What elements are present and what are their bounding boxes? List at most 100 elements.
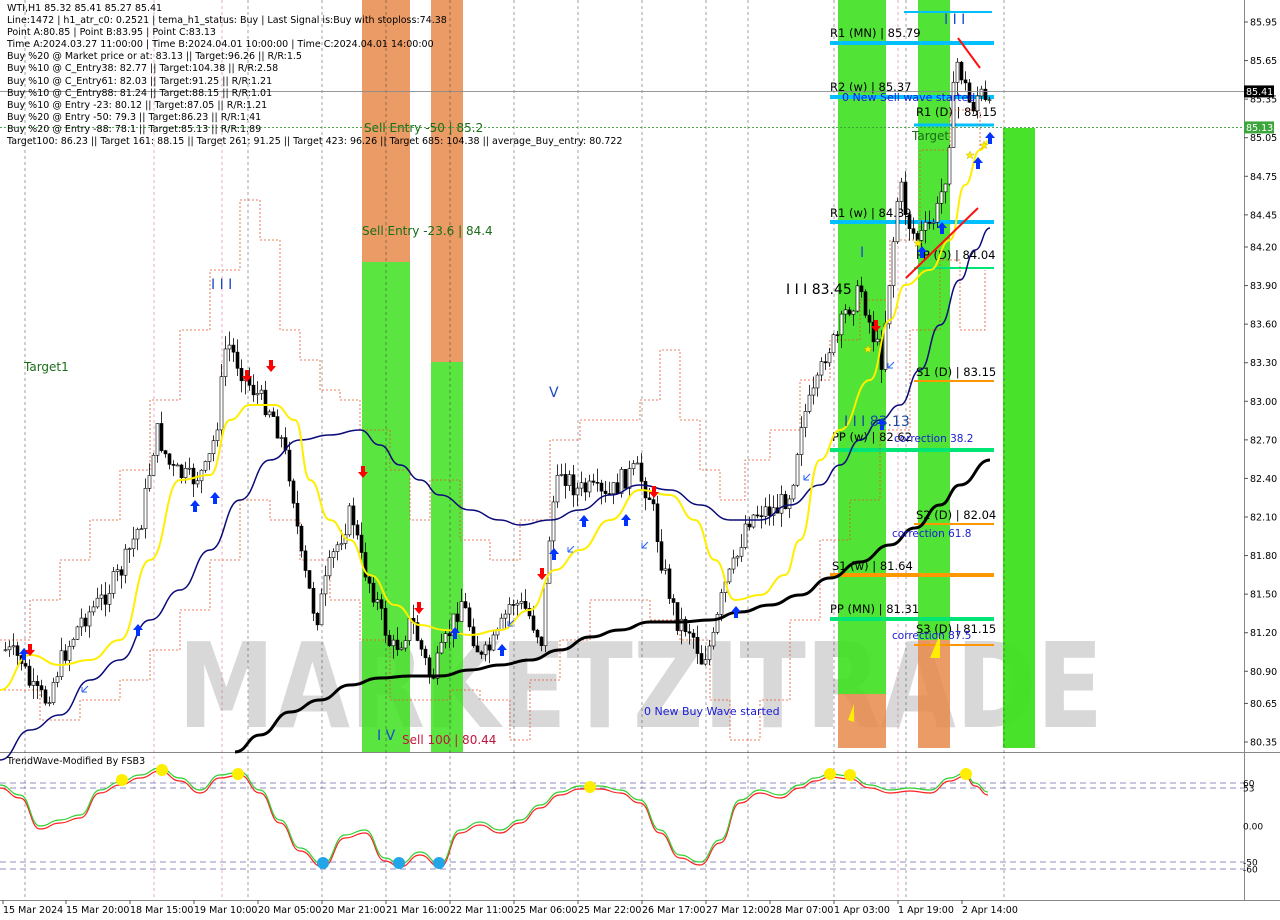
oscillator-axis-label: 53 (1243, 785, 1254, 795)
time-tick-label: 1 Apr 19:00 (898, 905, 954, 916)
candle-body (163, 450, 168, 455)
candle-body (255, 393, 260, 396)
overbought-dot-icon (824, 768, 836, 780)
candle-body (611, 482, 616, 495)
candle-body (267, 411, 272, 416)
candle-body (263, 389, 268, 416)
candle-body (23, 663, 28, 667)
candle-body (931, 221, 936, 224)
candle-body (975, 95, 980, 112)
price-tick-label: 83.00 (1250, 397, 1277, 408)
new-sell-wave-label: 0 New Sell wave started (842, 91, 975, 104)
candle-body (835, 334, 840, 337)
wave-iii-label: I I I (211, 277, 232, 293)
candle-body (215, 429, 220, 441)
info-line: Buy %10 @ Entry -23: 80.12 || Target:87.… (7, 99, 268, 111)
price-tick-label: 85.95 (1250, 18, 1277, 29)
candle-body (663, 568, 668, 571)
overbought-dot-icon (232, 768, 244, 780)
candle-body (227, 344, 232, 350)
price-tick-label: 82.10 (1250, 513, 1277, 524)
candle-body (87, 611, 92, 627)
candle-body (171, 464, 176, 466)
candle-body (399, 647, 404, 650)
candle-body (479, 651, 484, 655)
candle-body (711, 631, 716, 647)
time-tick-label: 22 Mar 11:00 (450, 905, 513, 916)
candle-body (111, 571, 116, 594)
time-tick-label: 15 Mar 2024 (3, 905, 63, 916)
candle-body (803, 411, 808, 428)
candle-body (859, 285, 864, 293)
candle-body (143, 488, 148, 530)
candle-body (211, 440, 216, 454)
candle-body (847, 309, 852, 315)
oscillator-axis-label: 0.00 (1243, 823, 1263, 833)
candle-body (379, 599, 384, 609)
candle-body (751, 514, 756, 528)
candle-body (47, 702, 52, 704)
candle-body (675, 602, 680, 631)
candle-body (203, 461, 208, 471)
target1-label: Target1 (23, 360, 69, 374)
candle-body (187, 467, 192, 470)
candle-body (915, 233, 920, 241)
candle-body (979, 88, 984, 97)
candle-body (647, 497, 652, 500)
candle-body (839, 313, 844, 336)
candle-body (715, 614, 720, 633)
candle-body (395, 639, 400, 650)
candle-body (407, 618, 412, 641)
candle-body (483, 644, 488, 655)
candle-body (183, 468, 188, 479)
oscillator-area[interactable] (0, 753, 1244, 901)
candle-body (127, 548, 132, 551)
candle-body (59, 650, 64, 677)
candle-body (719, 592, 724, 615)
candle-body (439, 642, 444, 654)
candle-body (563, 474, 568, 486)
candle-body (383, 608, 388, 636)
candle-body (167, 453, 172, 465)
candle-body (787, 498, 792, 509)
candle-body (303, 550, 308, 571)
info-line: Time A:2024.03.27 11:00:00 | Time B:2024… (7, 39, 434, 51)
candle-body (947, 147, 952, 185)
price-tick-label: 81.80 (1250, 551, 1277, 562)
candle-body (323, 575, 328, 595)
candle-body (555, 475, 560, 503)
price-tick-label: 83.30 (1250, 358, 1277, 369)
time-tick-label: 28 Mar 07:00 (770, 905, 833, 916)
candle-body (467, 607, 472, 628)
candle-body (887, 285, 892, 325)
candle-body (359, 534, 364, 553)
candle-body (55, 676, 60, 683)
price-tick-label: 84.45 (1250, 210, 1277, 221)
candle-body (531, 615, 536, 631)
candle-body (83, 617, 88, 627)
candle-body (7, 646, 12, 651)
candle-body (155, 423, 160, 456)
candle-body (403, 640, 408, 649)
candle-body (455, 613, 460, 622)
time-tick-label: 26 Mar 17:00 (642, 905, 705, 916)
candle-body (943, 183, 948, 193)
candle-body (759, 515, 764, 517)
oversold-dot-icon (393, 857, 405, 869)
candle-body (175, 464, 180, 467)
candle-body (351, 505, 356, 526)
candle-body (587, 480, 592, 493)
candle-body (687, 631, 692, 634)
candle-body (899, 181, 904, 202)
candle-body (731, 557, 736, 570)
price-tick-label: 81.50 (1250, 590, 1277, 601)
candle-body (511, 604, 516, 606)
candle-body (123, 548, 128, 576)
candle-body (779, 494, 784, 514)
candle-body (695, 637, 700, 654)
price-tick-label: 84.20 (1250, 243, 1277, 254)
candle-body (79, 617, 84, 628)
candle-body (595, 482, 600, 484)
candle-body (827, 352, 832, 364)
time-tick-label: 25 Mar 22:00 (578, 905, 641, 916)
